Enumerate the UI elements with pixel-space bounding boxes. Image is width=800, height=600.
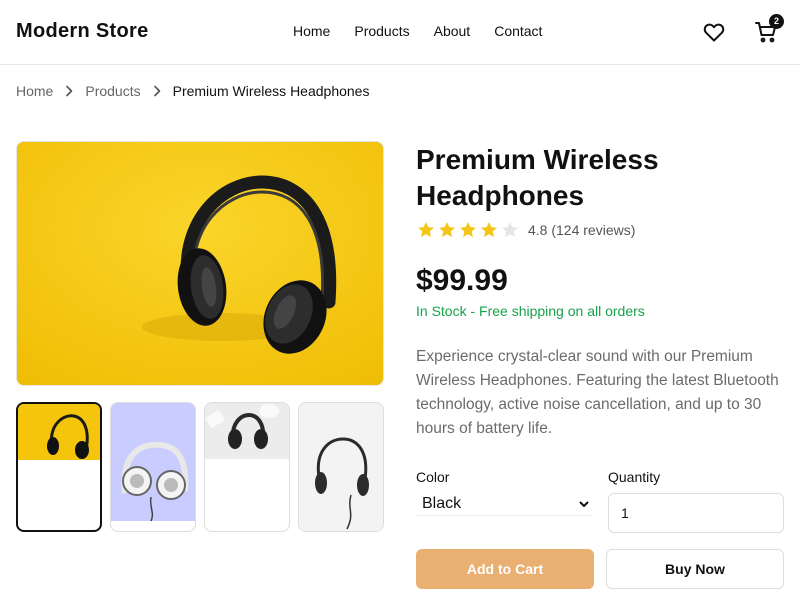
- star-icon: [460, 222, 476, 238]
- rating-text[interactable]: 4.8 (124 reviews): [528, 222, 635, 238]
- cart-count-badge: 2: [769, 14, 784, 29]
- thumbnail-gallery: [16, 402, 384, 532]
- heart-icon: [703, 23, 725, 42]
- breadcrumb-products[interactable]: Products: [85, 83, 140, 99]
- thumbnail-4[interactable]: [298, 402, 384, 532]
- product-description: Experience crystal-clear sound with our …: [416, 348, 779, 437]
- add-to-cart-button[interactable]: Add to Cart: [416, 549, 594, 589]
- main-nav: Home Products About Contact: [293, 23, 542, 39]
- nav-about[interactable]: About: [434, 23, 471, 39]
- brand-logo[interactable]: Modern Store: [16, 20, 149, 43]
- thumbnail-3[interactable]: [204, 402, 290, 532]
- chevron-right-icon: [66, 85, 73, 97]
- quantity-label: Quantity: [608, 469, 661, 485]
- star-icon: [481, 222, 497, 238]
- rating-stars: [416, 220, 520, 240]
- star-icon: [418, 222, 434, 238]
- buy-now-button[interactable]: Buy Now: [606, 549, 784, 589]
- nav-products[interactable]: Products: [354, 23, 409, 39]
- product-rating: 4.8 (124 reviews): [416, 220, 635, 240]
- nav-home[interactable]: Home: [293, 23, 330, 39]
- thumbnail-2[interactable]: [110, 402, 196, 532]
- stock-status: In Stock - Free shipping on all orders: [416, 303, 645, 319]
- color-select[interactable]: Black: [416, 492, 592, 516]
- main-product-image: [16, 141, 384, 386]
- breadcrumb-current: Premium Wireless Headphones: [172, 83, 370, 99]
- site-header: Modern Store Home Products About Contact…: [0, 0, 800, 65]
- breadcrumb: Home Products Premium Wireless Headphone…: [16, 83, 369, 99]
- nav-contact[interactable]: Contact: [494, 23, 542, 39]
- star-icon: [502, 222, 518, 238]
- breadcrumb-home[interactable]: Home: [16, 83, 53, 99]
- product-title: Premium Wireless Headphones: [416, 144, 659, 211]
- wishlist-button[interactable]: [702, 20, 726, 44]
- quantity-input[interactable]: [608, 493, 784, 533]
- color-label: Color: [416, 469, 450, 485]
- star-icon: [439, 222, 455, 238]
- product-price: $99.99: [416, 264, 508, 297]
- thumbnail-1[interactable]: [16, 402, 102, 532]
- chevron-right-icon: [153, 85, 160, 97]
- cart-button[interactable]: 2: [754, 14, 784, 44]
